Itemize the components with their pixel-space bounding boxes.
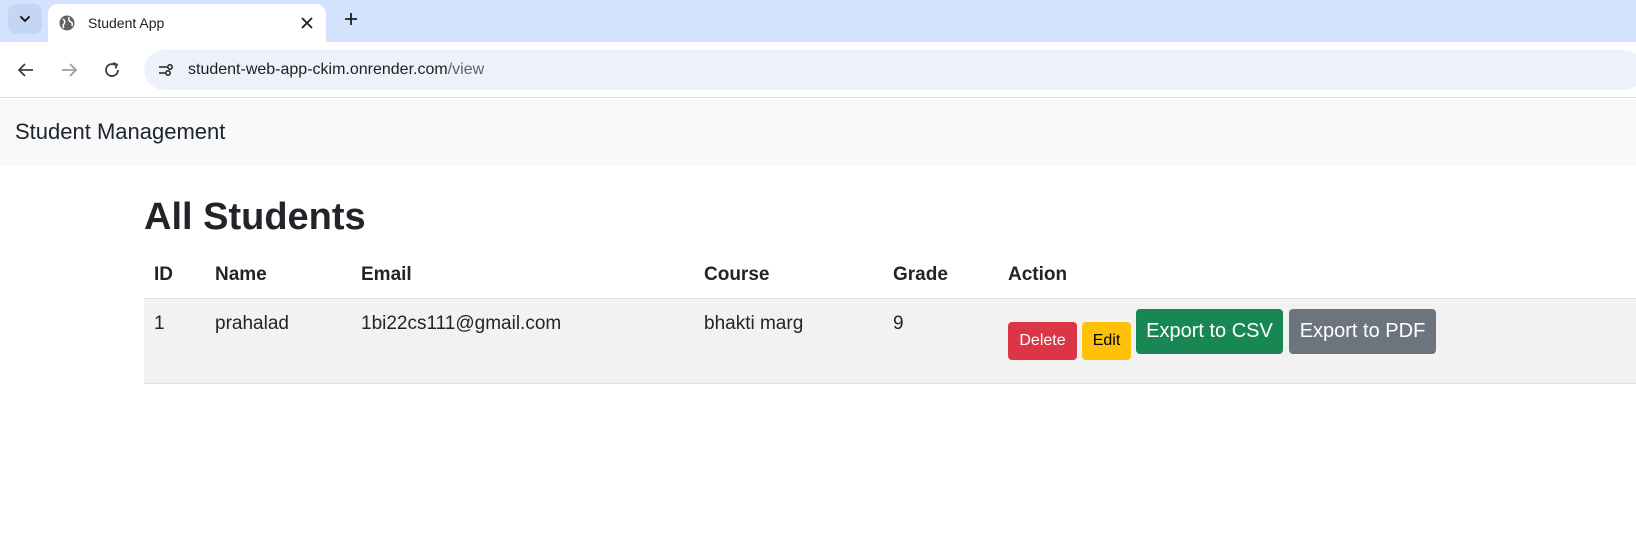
browser-tab[interactable]: Student App [48,4,326,42]
browser-tab-strip: Student App [0,0,1636,42]
forward-arrow-icon [62,63,78,77]
cell-name: prahalad [215,313,289,334]
forward-button[interactable] [55,56,83,84]
export-csv-button[interactable]: Export to CSV [1136,309,1283,354]
delete-button[interactable]: Delete [1008,322,1077,360]
app-navbar: Student Management [0,99,1636,166]
export-pdf-button[interactable]: Export to PDF [1289,309,1436,354]
url-host: student-web-app-ckim.onrender.com [188,61,448,78]
tab-search-button[interactable] [8,4,42,34]
cell-id: 1 [154,313,165,334]
tab-title: Student App [88,15,165,31]
column-header-name: Name [215,264,267,285]
column-header-action: Action [1008,264,1068,285]
browser-toolbar: student-web-app-ckim.onrender.com/view [0,42,1636,98]
globe-icon [59,15,75,31]
column-header-course: Course [704,264,770,285]
page-title: All Students [144,196,366,238]
url-text: student-web-app-ckim.onrender.com/view [188,61,484,79]
reload-button[interactable] [98,56,126,84]
column-header-id: ID [154,264,173,285]
chevron-down-icon [20,16,30,23]
column-header-email: Email [361,264,412,285]
new-tab-button[interactable] [338,6,364,32]
cell-email: 1bi22cs111@gmail.com [361,313,562,334]
column-header-grade: Grade [893,264,948,285]
back-arrow-icon [17,63,33,77]
cell-grade: 9 [893,313,904,334]
cell-course: bhakti marg [704,313,804,334]
navbar-brand[interactable]: Student Management [15,119,225,145]
close-icon [301,17,313,29]
close-tab-button[interactable] [296,12,318,34]
table-header-row: ID Name Email Course Grade Action [144,256,1636,298]
edit-button[interactable]: Edit [1082,322,1131,360]
plus-icon [345,13,357,25]
back-button[interactable] [12,56,40,84]
site-info-icon [159,64,173,76]
students-table: ID Name Email Course Grade Action 1 prah… [144,256,1636,384]
reload-icon [105,62,119,77]
site-info-button[interactable] [154,58,178,82]
url-path: /view [447,61,485,78]
address-bar[interactable]: student-web-app-ckim.onrender.com/view [144,50,1636,90]
table-row: 1 prahalad 1bi22cs111@gmail.com bhakti m… [144,298,1636,384]
